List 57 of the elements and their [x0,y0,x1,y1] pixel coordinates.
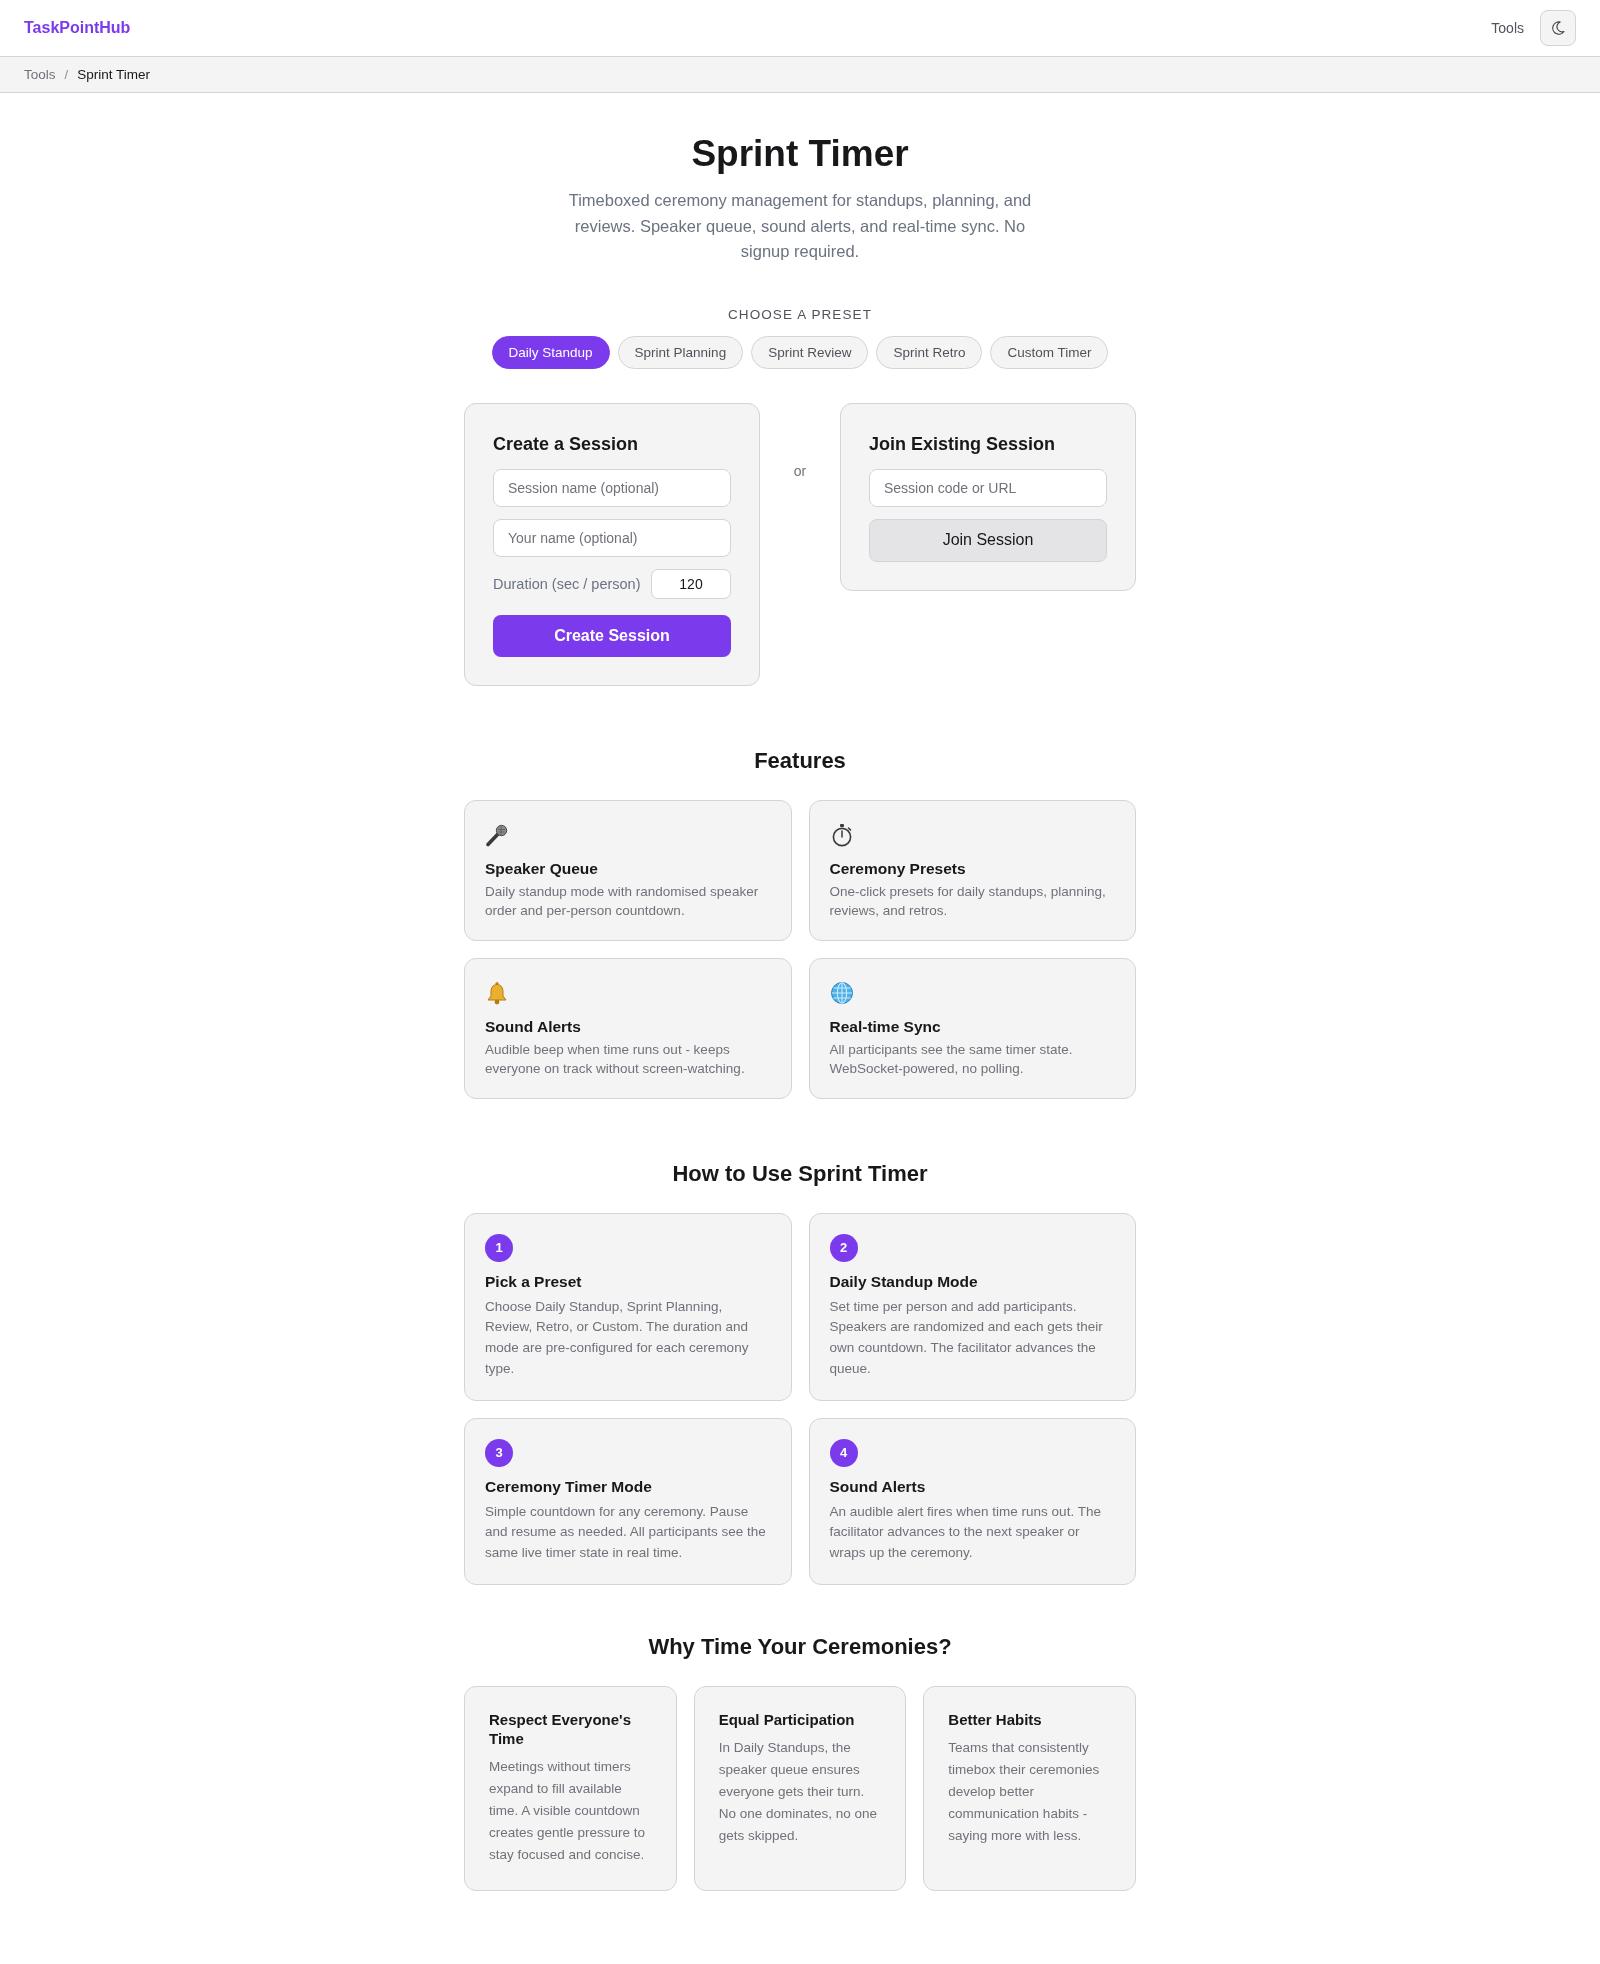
preset-label: CHOOSE A PRESET [726,305,873,324]
duration-field[interactable]: 120 [651,568,731,599]
duration-label: Duration (sec / person) [493,575,641,592]
step-number: 2 [829,1233,858,1262]
card-title: Join Existing Session [869,432,1057,456]
breadcrumb-link[interactable]: Tools [24,67,56,82]
moon-icon [1551,21,1565,35]
step-title: Sound Alerts [829,1476,927,1497]
feature-description: Audible beep when time runs out - keeps everyone on track without screen-watching. [485,1040,746,1078]
breadcrumb-separator: / [64,67,69,82]
breadcrumb-current: Sprint Timer [77,67,150,82]
step-title: Pick a Preset [485,1271,583,1292]
feature-description: All participants see the same timer state. WebSocket-powered, no polling. [829,1040,1074,1078]
create-session-button[interactable]: Create Session [493,614,731,657]
join-session-button[interactable]: Join Session [869,518,1107,562]
feature-description: One-click presets for daily standups, planning, reviews, and retros. [829,882,1107,920]
preset-tab[interactable]: Sprint Review [751,335,869,369]
step-description: Set time per person and add participants. Speakers are randomized and each gets their own countdown. The facilitator advances the queue. [829,1297,1104,1378]
card-title: Create a Session [493,432,640,456]
step-number: 3 [485,1438,513,1467]
step-number: 1 [485,1233,513,1262]
preset-tab[interactable]: Custom Timer [990,335,1109,369]
benefit-title: Equal Participation [718,1710,856,1730]
step-description: An audible alert fires when time runs out. The facilitator advances to the next speaker or wraps up the ceremony. [829,1502,1102,1563]
globe-icon [829,980,854,1005]
feature-title: Sound Alerts [485,1016,582,1037]
benefit-title: Respect Everyone's Time [489,1710,632,1749]
step-description: Choose Daily Standup, Sprint Planning, Review, Retro, or Custom. The duration and mode are pre-configured for each ceremony type. [485,1297,750,1378]
or-divider-text: or [793,462,807,479]
preset-tab[interactable]: Sprint Retro [876,335,983,369]
benefit-description: Teams that consistently timebox their ceremonies develop better communication habits - saying more with less. [948,1739,1101,1846]
nav-link[interactable]: Tools [1491,20,1524,36]
step-title: Daily Standup Mode [829,1271,979,1292]
section-heading: Features [753,746,847,775]
section-heading: Why Time Your Ceremonies? [647,1633,953,1662]
feature-title: Real-time Sync [829,1016,942,1037]
benefit-description: Meetings without timers expand to fill available time. A visible countdown creates gentle pressure to stay focused and concise. [489,1758,647,1865]
step-title: Ceremony Timer Mode [485,1476,653,1497]
step-description: Simple countdown for any ceremony. Pause and resume as needed. All participants see the same live timer state in real time. [485,1502,767,1563]
preset-tab[interactable]: Sprint Planning [617,335,744,369]
feature-title: Ceremony Presets [829,858,967,879]
page-subtitle: Timeboxed ceremony management for standups, planning, and reviews. Speaker queue, sound alerts, and real-time sync. No signup required. [567,190,1033,262]
page-title: Sprint Timer [690,132,910,176]
benefit-description: In Daily Standups, the speaker queue ensures everyone gets their turn. No one dominates, no one gets skipped. [718,1739,879,1846]
microphone-icon [485,822,509,847]
section-heading: How to Use Sprint Timer [671,1159,929,1188]
step-number: 4 [829,1438,858,1467]
feature-description: Daily standup mode with randomised speaker order and per-person countdown. [485,882,760,920]
input-field[interactable]: Session code or URL [869,468,1107,507]
theme-toggle-button[interactable] [1540,10,1576,46]
input-field[interactable]: Your name (optional) [493,518,731,557]
bell-icon [485,980,509,1005]
logo-link[interactable]: TaskPointHub [24,19,131,37]
feature-title: Speaker Queue [485,858,599,879]
input-field[interactable]: Session name (optional) [493,468,731,507]
preset-tab[interactable]: Daily Standup [491,335,610,369]
benefit-title: Better Habits [948,1710,1043,1730]
